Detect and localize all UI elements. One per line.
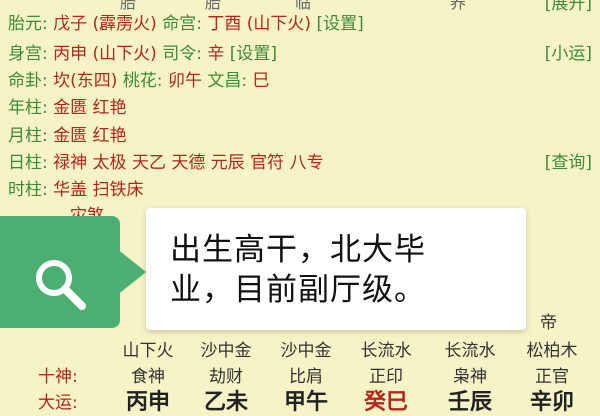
wenchang-label: 文昌: xyxy=(207,71,248,91)
expand-link[interactable]: [展开] xyxy=(545,0,592,16)
nayin-cell: 长流水 xyxy=(444,341,496,361)
siling-value: 辛 xyxy=(207,44,225,64)
overlay-green-tab xyxy=(0,216,120,328)
highlight-overlay: 出生高干，北大毕 业，目前副厅级。 xyxy=(0,208,530,330)
row-minggua: 命卦: 坎(东四) 桃花: 卯午 文昌: 巳 xyxy=(8,69,270,93)
row-shengong: 身宫: 丙申 (山下火) 司令: 辛 [设置] xyxy=(8,42,277,66)
dayun-cell: 丙申 xyxy=(125,390,170,415)
row-shizhu: 时柱: 华盖 扫铁床 xyxy=(8,178,144,202)
dayun-cell: 癸巳 xyxy=(363,390,408,415)
wenchang-value: 巳 xyxy=(252,71,270,91)
minggua-label: 命卦: xyxy=(8,71,48,91)
row-taiyuan: 胎元: 戊子 (霹雳火) 命宫: 丁酉 (山下火) [设置] xyxy=(8,12,364,36)
shishen-label: 十神: xyxy=(38,367,78,387)
minggong-settings-link[interactable]: [设置] xyxy=(316,14,363,34)
taiyuan-value: 戊子 (霹雳火) xyxy=(53,14,157,34)
shengong-label: 身宫: xyxy=(8,44,48,64)
nayin-cell: 沙中金 xyxy=(200,341,252,361)
nayin-cell: 山下火 xyxy=(122,341,174,361)
shengong-value: 丙申 (山下火) xyxy=(53,44,157,64)
minggua-value: 坎(东四) xyxy=(53,71,118,91)
siling-settings-link[interactable]: [设置] xyxy=(230,44,277,64)
rizhu-label: 日柱: xyxy=(8,153,48,173)
nianzhu-label: 年柱: xyxy=(8,98,48,118)
siling-label: 司令: xyxy=(162,44,202,64)
dayun-cell: 壬辰 xyxy=(447,390,492,415)
taohua-label: 桃花: xyxy=(122,71,163,91)
dayun-cell: 辛卯 xyxy=(529,390,574,415)
nayin-cell: 沙中金 xyxy=(280,341,332,361)
taohua-value: 卯午 xyxy=(167,71,202,91)
top-clipped-header: 胎 胎 临 养 xyxy=(0,0,600,12)
shizhu-label: 时柱: xyxy=(8,180,48,200)
nayin-cell: 松柏木 xyxy=(526,341,578,361)
dayun-cell: 甲午 xyxy=(283,390,328,415)
rizhu-value: 禄神 太极 天乙 天德 元辰 官符 八专 xyxy=(53,153,324,173)
row-yuezhu: 月柱: 金匮 红艳 xyxy=(8,124,127,148)
shizhu-value: 华盖 扫铁床 xyxy=(53,180,144,200)
search-icon xyxy=(36,260,86,310)
overlay-pointer xyxy=(116,248,146,296)
taiyuan-label: 胎元: xyxy=(8,14,48,34)
minggong-label: 命宫: xyxy=(162,14,202,34)
row-rizhu: 日柱: 禄神 太极 天乙 天德 元辰 官符 八专 xyxy=(8,151,324,175)
query-link[interactable]: [查询] xyxy=(545,151,592,175)
nayin-cell: 长流水 xyxy=(360,341,412,361)
table-header-cell: 帝 xyxy=(540,313,557,333)
nianzhu-value: 金匮 红艳 xyxy=(53,98,127,118)
dayun-cell: 乙未 xyxy=(203,390,248,415)
yuezhu-label: 月柱: xyxy=(8,126,48,146)
dayun-label: 大运: xyxy=(38,393,78,413)
overlay-card: 出生高干，北大毕 业，目前副厅级。 xyxy=(146,208,526,330)
yuezhu-value: 金匮 红艳 xyxy=(53,126,127,146)
overlay-text: 出生高干，北大毕 业，目前副厅级。 xyxy=(170,232,426,308)
header-cell: 养 xyxy=(450,0,467,12)
minggong-value: 丁酉 (山下火) xyxy=(207,14,312,34)
row-nianzhu: 年柱: 金匮 红艳 xyxy=(8,96,127,120)
xiaoyun-link[interactable]: [小运] xyxy=(545,42,592,66)
